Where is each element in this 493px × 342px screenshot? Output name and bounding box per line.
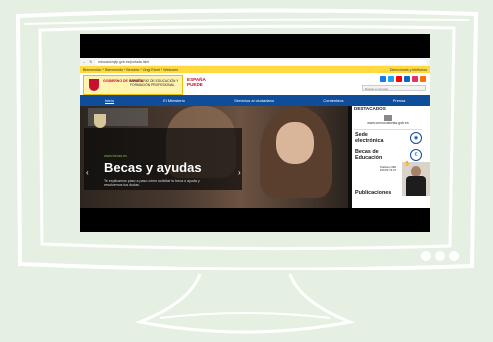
linkedin-icon[interactable] — [404, 76, 410, 82]
espana-puede-logo[interactable]: ESPAÑA PUEDE — [187, 77, 206, 87]
monitor-stand — [134, 273, 356, 334]
social-links — [380, 76, 426, 82]
featured-sidebar: DESTACADOS www.convocatorias.gob.es Sede… — [352, 106, 430, 208]
nav-contenidos[interactable]: Contenidos — [323, 98, 343, 103]
nav-ministerio[interactable]: El Ministerio — [163, 98, 185, 103]
reload-icon[interactable]: ↻ — [89, 60, 92, 64]
screen: ← ↻ educacionyfp.gob.es/portada.html Bie… — [80, 34, 430, 232]
rss-icon[interactable] — [420, 76, 426, 82]
twitter-icon[interactable] — [388, 76, 394, 82]
shield-icon — [89, 79, 99, 91]
sign-language-interpreter — [402, 162, 430, 196]
address-bar[interactable]: ← ↻ educacionyfp.gob.es/portada.html — [80, 58, 430, 66]
hero-kicker: www.becas.es — [104, 154, 127, 158]
student-face — [276, 122, 314, 164]
search-input[interactable]: Buscar en la web — [362, 85, 426, 91]
url-field[interactable]: educacionyfp.gob.es/portada.html — [95, 59, 427, 65]
welcome-text: Bienvenido: * Bienvenido * Benvido * Ong… — [83, 67, 179, 72]
sede-link[interactable]: Sede electrónica — [355, 132, 395, 144]
youtube-icon[interactable] — [396, 76, 402, 82]
facebook-icon[interactable] — [380, 76, 386, 82]
publicaciones-link[interactable]: Publicaciones — [355, 190, 399, 196]
instagram-icon[interactable] — [412, 76, 418, 82]
becas-link[interactable]: Becas de Educación — [355, 149, 395, 161]
main-content: www.becas.es Becas y ayudas Te explicamo… — [80, 106, 430, 208]
directions-link[interactable]: Direcciones y teléfonos — [390, 68, 427, 72]
header: GOBIERNO DE ESPAÑA MINISTERIO DE EDUCACI… — [80, 73, 430, 95]
ministry-name: MINISTERIO DE EDUCACIÓN Y FORMACIÓN PROF… — [130, 79, 179, 87]
nav-servicios[interactable]: Servicios al ciudadano — [234, 98, 274, 103]
sidebar-heading: DESTACADOS — [354, 106, 386, 111]
hero-carousel[interactable]: www.becas.es Becas y ayudas Te explicamo… — [80, 106, 348, 208]
browser-window: ← ↻ educacionyfp.gob.es/portada.html Bie… — [80, 58, 430, 208]
logo-line2: PUEDE — [187, 82, 203, 87]
convocatorias-link: www.convocatorias.gob.es — [367, 121, 409, 125]
phone-number: 910 83 79 37 — [379, 168, 397, 172]
government-logo[interactable]: GOBIERNO DE ESPAÑA MINISTERIO DE EDUCACI… — [83, 75, 183, 95]
nav-inicio[interactable]: Inicio — [104, 98, 114, 104]
becas-icon: € — [410, 149, 422, 161]
nav-prensa[interactable]: Prensa — [393, 98, 406, 103]
chevron-right-icon[interactable]: › — [238, 168, 241, 177]
crest-icon — [94, 114, 106, 128]
sede-icon: ◉ — [410, 132, 422, 144]
chevron-left-icon[interactable]: ‹ — [86, 168, 89, 177]
back-icon[interactable]: ← — [83, 60, 86, 64]
phone-box[interactable]: Teléfono 060 910 83 79 37 — [378, 166, 398, 172]
hand-icon: ✋ — [404, 161, 411, 167]
interpreter-body — [406, 176, 426, 196]
main-nav: Inicio El Ministerio Servicios al ciudad… — [80, 95, 430, 106]
hero-title[interactable]: Becas y ayudas — [104, 161, 202, 175]
welcome-bar: Bienvenido: * Bienvenido * Benvido * Ong… — [80, 66, 430, 73]
hero-description: Te explicamos paso a paso cómo solicitar… — [104, 179, 200, 188]
convocatorias-card[interactable]: www.convocatorias.gob.es — [354, 113, 422, 130]
